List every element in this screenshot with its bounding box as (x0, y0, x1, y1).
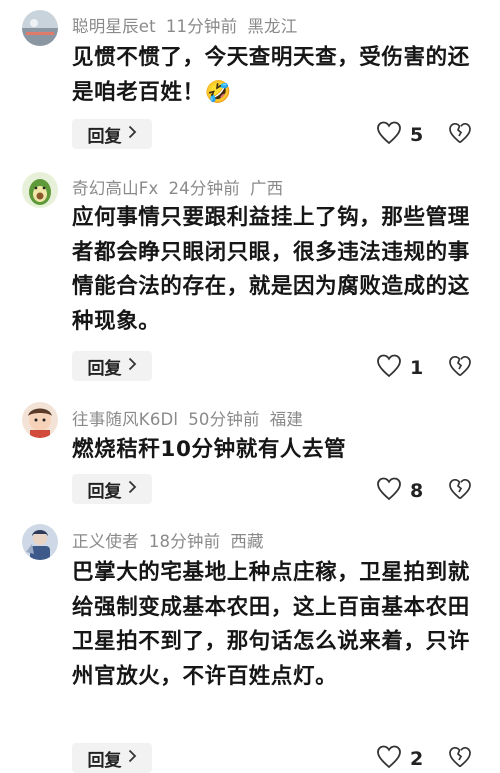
chevron-right-icon (128, 125, 137, 143)
username[interactable]: 奇幻高山Fx (72, 179, 158, 198)
comment-text: 巴掌大的宅基地上种点庄稼，卫星拍到就给强制变成基本农田，这上百亩基本农田卫星拍不… (72, 560, 470, 689)
like-count: 8 (410, 480, 424, 502)
avatar[interactable] (22, 10, 58, 46)
timestamp: 50分钟前 (188, 410, 260, 429)
broken-heart-icon[interactable] (448, 122, 472, 148)
chevron-right-icon (128, 480, 137, 498)
location: 广西 (249, 179, 284, 198)
reply-label: 回复 (87, 750, 122, 771)
like-count: 5 (410, 124, 424, 146)
like-control[interactable]: 5 (376, 121, 423, 149)
broken-heart-icon[interactable] (448, 746, 472, 772)
comment-meta: 奇幻高山Fx 24分钟前 广西 (72, 175, 293, 199)
reply-button[interactable]: 回复 (72, 351, 152, 381)
heart-outline-icon[interactable] (376, 745, 402, 773)
reply-label: 回复 (87, 358, 122, 379)
like-count: 1 (410, 357, 424, 379)
heart-outline-icon[interactable] (376, 354, 402, 382)
reply-button[interactable]: 回复 (72, 119, 152, 149)
timestamp: 11分钟前 (165, 17, 238, 36)
reply-button[interactable]: 回复 (72, 474, 152, 504)
location: 黑龙江 (247, 17, 298, 36)
chevron-right-icon (128, 357, 137, 375)
username[interactable]: 正义使者 (72, 532, 139, 551)
reply-label: 回复 (87, 126, 122, 147)
username[interactable]: 往事随风K6Dl (72, 410, 178, 429)
timestamp: 24分钟前 (168, 179, 240, 198)
location: 西藏 (230, 532, 264, 551)
comment-meta: 往事随风K6Dl 50分钟前 福建 (72, 406, 313, 430)
reply-label: 回复 (87, 481, 122, 502)
avatar[interactable] (22, 172, 58, 208)
avatar[interactable] (22, 524, 58, 560)
like-control[interactable]: 1 (376, 354, 423, 382)
avatar[interactable] (22, 402, 58, 438)
location: 福建 (269, 410, 304, 429)
comment-text: 见惯不惯了，今天查明天查，受伤害的还是咱老百姓！🤣 (72, 45, 470, 105)
chevron-right-icon (128, 749, 137, 767)
like-control[interactable]: 8 (376, 477, 423, 505)
comment-meta: 正义使者 18分钟前 西藏 (72, 528, 274, 552)
broken-heart-icon[interactable] (448, 355, 472, 381)
comment-meta: 聪明星辰et 11分钟前 黑龙江 (72, 13, 307, 37)
username[interactable]: 聪明星辰et (72, 17, 156, 36)
heart-outline-icon[interactable] (376, 477, 402, 505)
like-control[interactable]: 2 (376, 745, 423, 773)
reply-button[interactable]: 回复 (72, 743, 152, 773)
broken-heart-icon[interactable] (448, 478, 472, 504)
heart-outline-icon[interactable] (376, 121, 402, 149)
like-count: 2 (410, 748, 424, 770)
timestamp: 18分钟前 (148, 532, 221, 551)
comment-text: 燃烧秸秆10分钟就有人去管 (72, 437, 347, 462)
comment-text: 应何事情只要跟利益挂上了钩，那些管理者都会睁只眼闭只眼，很多违法违规的事情能合法… (72, 205, 470, 334)
